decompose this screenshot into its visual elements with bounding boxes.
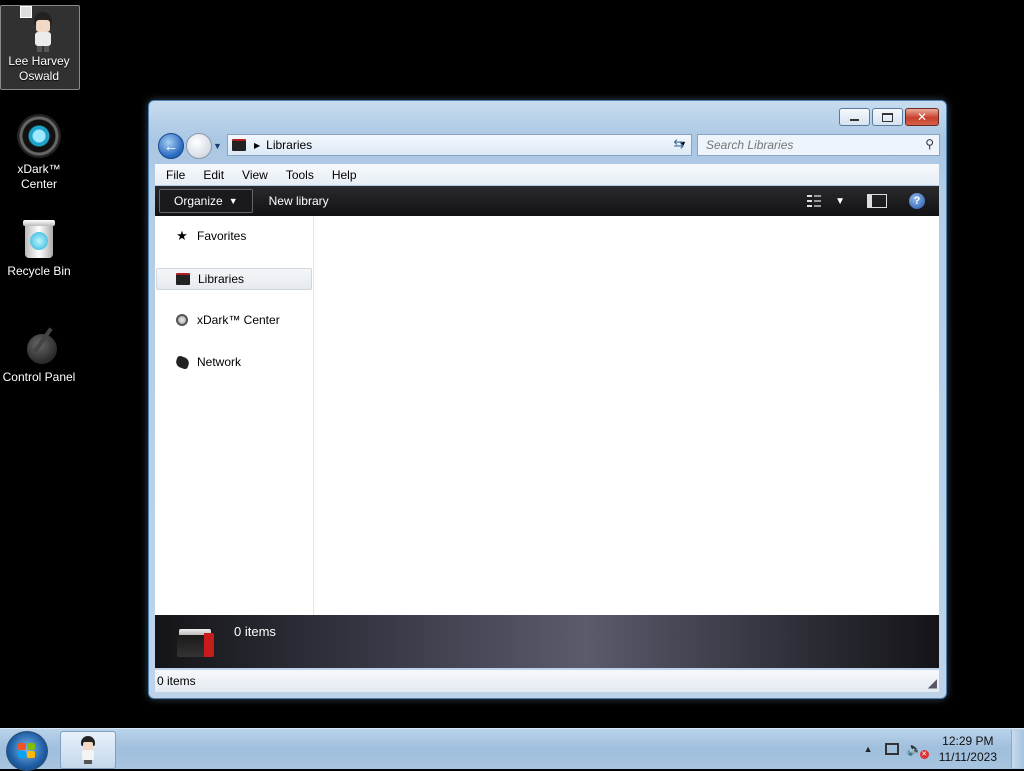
status-item-count: 0 items xyxy=(157,674,196,688)
help-icon[interactable]: ? xyxy=(909,193,925,209)
show-desktop-button[interactable] xyxy=(1011,730,1024,768)
new-library-button[interactable]: New library xyxy=(269,194,329,208)
clock[interactable]: 12:29 PM 11/11/2023 xyxy=(939,733,997,765)
taskbar: ▲ 🔈 ✕ 12:29 PM 11/11/2023 xyxy=(0,728,1024,771)
content-area: ★ Favorites Libraries xDark™ Center Netw… xyxy=(155,216,939,615)
xdark-center-icon xyxy=(174,313,190,327)
organize-label: Organize xyxy=(174,194,223,208)
nav-item-label: Network xyxy=(197,355,242,369)
windows-logo-icon xyxy=(18,743,36,759)
desktop-icon-xdark-center[interactable]: xDark™ Center xyxy=(0,112,78,192)
change-view-icon[interactable] xyxy=(807,195,822,207)
organize-button[interactable]: Organize ▼ xyxy=(159,189,253,213)
view-options-dropdown[interactable]: ▼ xyxy=(835,196,845,207)
desktop-icon-label: Recycle Bin xyxy=(7,264,71,278)
caption-buttons: ✕ xyxy=(839,108,939,126)
minimize-icon xyxy=(850,118,859,121)
navigation-bar: ← ▼ ▶ Libraries ▼ ⇆ ⚲ xyxy=(157,132,940,160)
navigation-pane: ★ Favorites Libraries xDark™ Center Netw… xyxy=(155,216,314,615)
command-bar: Organize ▼ New library ▼ ? xyxy=(155,186,939,216)
desktop-icon-user[interactable]: Lee Harvey Oswald xyxy=(0,5,80,90)
nav-item-label: Favorites xyxy=(197,229,247,243)
preview-pane-icon[interactable] xyxy=(867,194,887,208)
back-button[interactable]: ← xyxy=(158,133,184,159)
volume-muted-icon[interactable]: 🔈 ✕ xyxy=(907,741,929,759)
breadcrumb-separator-icon[interactable]: ▶ xyxy=(254,141,260,150)
nav-item-libraries[interactable]: Libraries xyxy=(156,268,312,290)
desktop-icon-label: xDark™ Center xyxy=(17,162,61,191)
refresh-icon: ⇆ xyxy=(673,136,685,151)
forward-button[interactable] xyxy=(186,133,212,159)
nav-item-label: xDark™ Center xyxy=(197,313,280,327)
search-box[interactable]: ⚲ xyxy=(697,134,940,156)
details-item-count: 0 items xyxy=(234,624,276,639)
maximize-icon xyxy=(882,112,893,122)
minimize-button[interactable] xyxy=(839,108,870,126)
menu-view[interactable]: View xyxy=(231,168,275,182)
chevron-down-icon: ▼ xyxy=(228,196,238,206)
address-bar[interactable]: ▶ Libraries ▼ xyxy=(227,134,692,156)
explorer-window: ✕ ← ▼ ▶ Libraries ▼ ⇆ ⚲ File Edit View T… xyxy=(148,100,947,699)
menu-bar: File Edit View Tools Help xyxy=(155,164,939,185)
xdark-center-icon xyxy=(15,112,63,160)
menu-help[interactable]: Help xyxy=(321,168,364,182)
close-icon: ✕ xyxy=(916,110,928,124)
refresh-button[interactable]: ⇆ xyxy=(669,134,689,154)
libraries-icon xyxy=(232,139,246,151)
close-button[interactable]: ✕ xyxy=(905,108,939,126)
nav-item-favorites[interactable]: ★ Favorites xyxy=(156,226,310,246)
desktop-icon-recycle-bin[interactable]: Recycle Bin xyxy=(0,214,78,279)
nav-item-xdark-center[interactable]: xDark™ Center xyxy=(156,310,310,330)
show-hidden-icons-button[interactable]: ▲ xyxy=(864,744,873,754)
search-input[interactable] xyxy=(698,137,908,153)
file-list[interactable] xyxy=(314,216,939,615)
clock-time: 12:29 PM xyxy=(942,734,994,748)
notification-area: ▲ 🔈 ✕ 12:29 PM 11/11/2023 xyxy=(864,729,1024,769)
search-icon[interactable]: ⚲ xyxy=(925,137,934,151)
network-tray-icon[interactable] xyxy=(884,743,899,755)
user-avatar-icon xyxy=(16,6,64,54)
desktop-icon-label: Lee Harvey Oswald xyxy=(8,54,70,83)
details-pane: 0 items xyxy=(155,615,939,668)
back-arrow-icon: ← xyxy=(163,137,179,155)
maximize-button[interactable] xyxy=(872,108,903,126)
menu-file[interactable]: File xyxy=(155,168,192,182)
star-icon: ★ xyxy=(176,228,188,243)
desktop-icon-control-panel[interactable]: Control Panel xyxy=(0,320,78,385)
user-avatar-icon xyxy=(79,736,97,764)
control-panel-icon xyxy=(15,320,63,368)
status-bar: 0 items ◢ xyxy=(155,670,939,692)
breadcrumb-libraries[interactable]: Libraries xyxy=(266,138,312,152)
menu-tools[interactable]: Tools xyxy=(275,168,321,182)
network-icon xyxy=(174,354,190,370)
taskbar-explorer-button[interactable] xyxy=(60,731,116,769)
nav-item-label: Libraries xyxy=(198,272,245,286)
recycle-bin-icon xyxy=(15,214,63,262)
start-button[interactable] xyxy=(6,731,48,771)
command-bar-right: ▼ ? xyxy=(807,186,939,216)
menu-edit[interactable]: Edit xyxy=(192,168,231,182)
desktop-icon-label: Control Panel xyxy=(2,370,76,384)
nav-item-network[interactable]: Network xyxy=(156,352,310,372)
recent-pages-dropdown[interactable]: ▼ xyxy=(213,141,222,151)
clock-date: 11/11/2023 xyxy=(938,750,997,764)
libraries-icon xyxy=(175,272,191,286)
libraries-large-icon xyxy=(177,627,214,657)
resize-grip-icon[interactable]: ◢ xyxy=(928,676,937,690)
